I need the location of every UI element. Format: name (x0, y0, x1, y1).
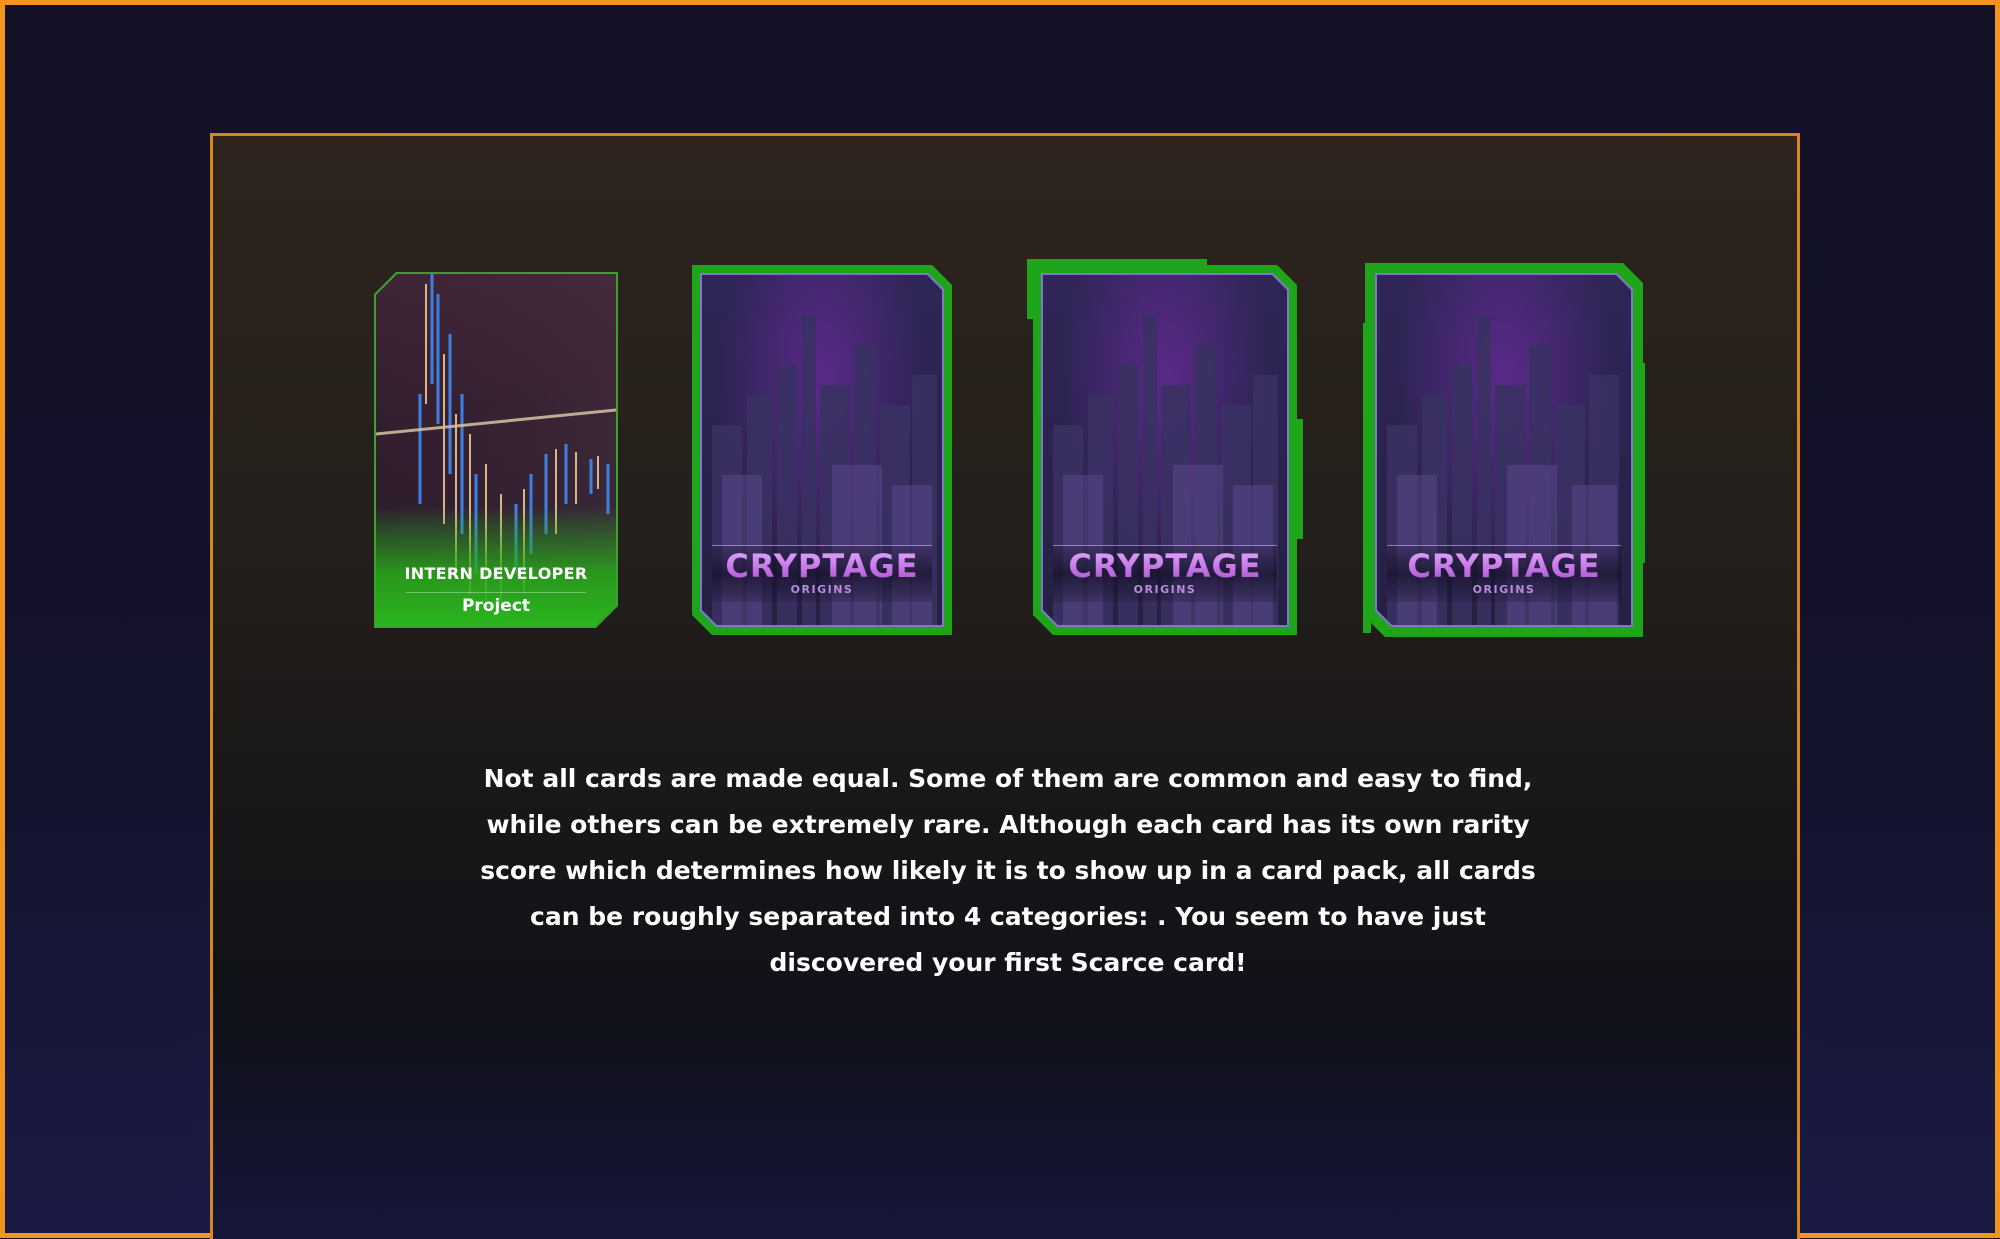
card-row: INTERN DEVELOPER Project CRYPTAGE ORIGIN… (213, 136, 1797, 676)
city-art: CRYPTAGE ORIGINS (1377, 275, 1631, 625)
cryptage-logo: CRYPTAGE (1043, 547, 1287, 585)
revealed-card[interactable]: INTERN DEVELOPER Project (374, 272, 618, 628)
card-reveal-panel: INTERN DEVELOPER Project CRYPTAGE ORIGIN… (210, 133, 1800, 1239)
cryptage-logo: CRYPTAGE (1377, 547, 1631, 585)
app-frame: INTERN DEVELOPER Project CRYPTAGE ORIGIN… (0, 0, 2000, 1239)
origins-logo-sub: ORIGINS (1133, 583, 1197, 596)
rarity-description: Not all cards are made equal. Some of th… (480, 764, 1536, 977)
face-down-card[interactable]: CRYPTAGE ORIGINS (1027, 259, 1303, 635)
card-subtitle: Project (461, 596, 531, 616)
origins-logo-sub: ORIGINS (790, 583, 854, 596)
card-back: CRYPTAGE ORIGINS (700, 273, 944, 627)
card-back: CRYPTAGE ORIGINS (1041, 273, 1289, 627)
cryptage-logo: CRYPTAGE (702, 547, 942, 585)
city-art: CRYPTAGE ORIGINS (1043, 275, 1287, 625)
city-art: CRYPTAGE ORIGINS (702, 275, 942, 625)
card-divider (406, 592, 586, 593)
card-title: INTERN DEVELOPER (404, 564, 588, 583)
card-back: CRYPTAGE ORIGINS (1375, 273, 1633, 627)
face-down-card[interactable]: CRYPTAGE ORIGINS (1363, 263, 1645, 637)
revealed-card-art: INTERN DEVELOPER Project (376, 274, 616, 626)
face-down-card[interactable]: CRYPTAGE ORIGINS (692, 265, 952, 635)
origins-logo-sub: ORIGINS (1472, 583, 1536, 596)
